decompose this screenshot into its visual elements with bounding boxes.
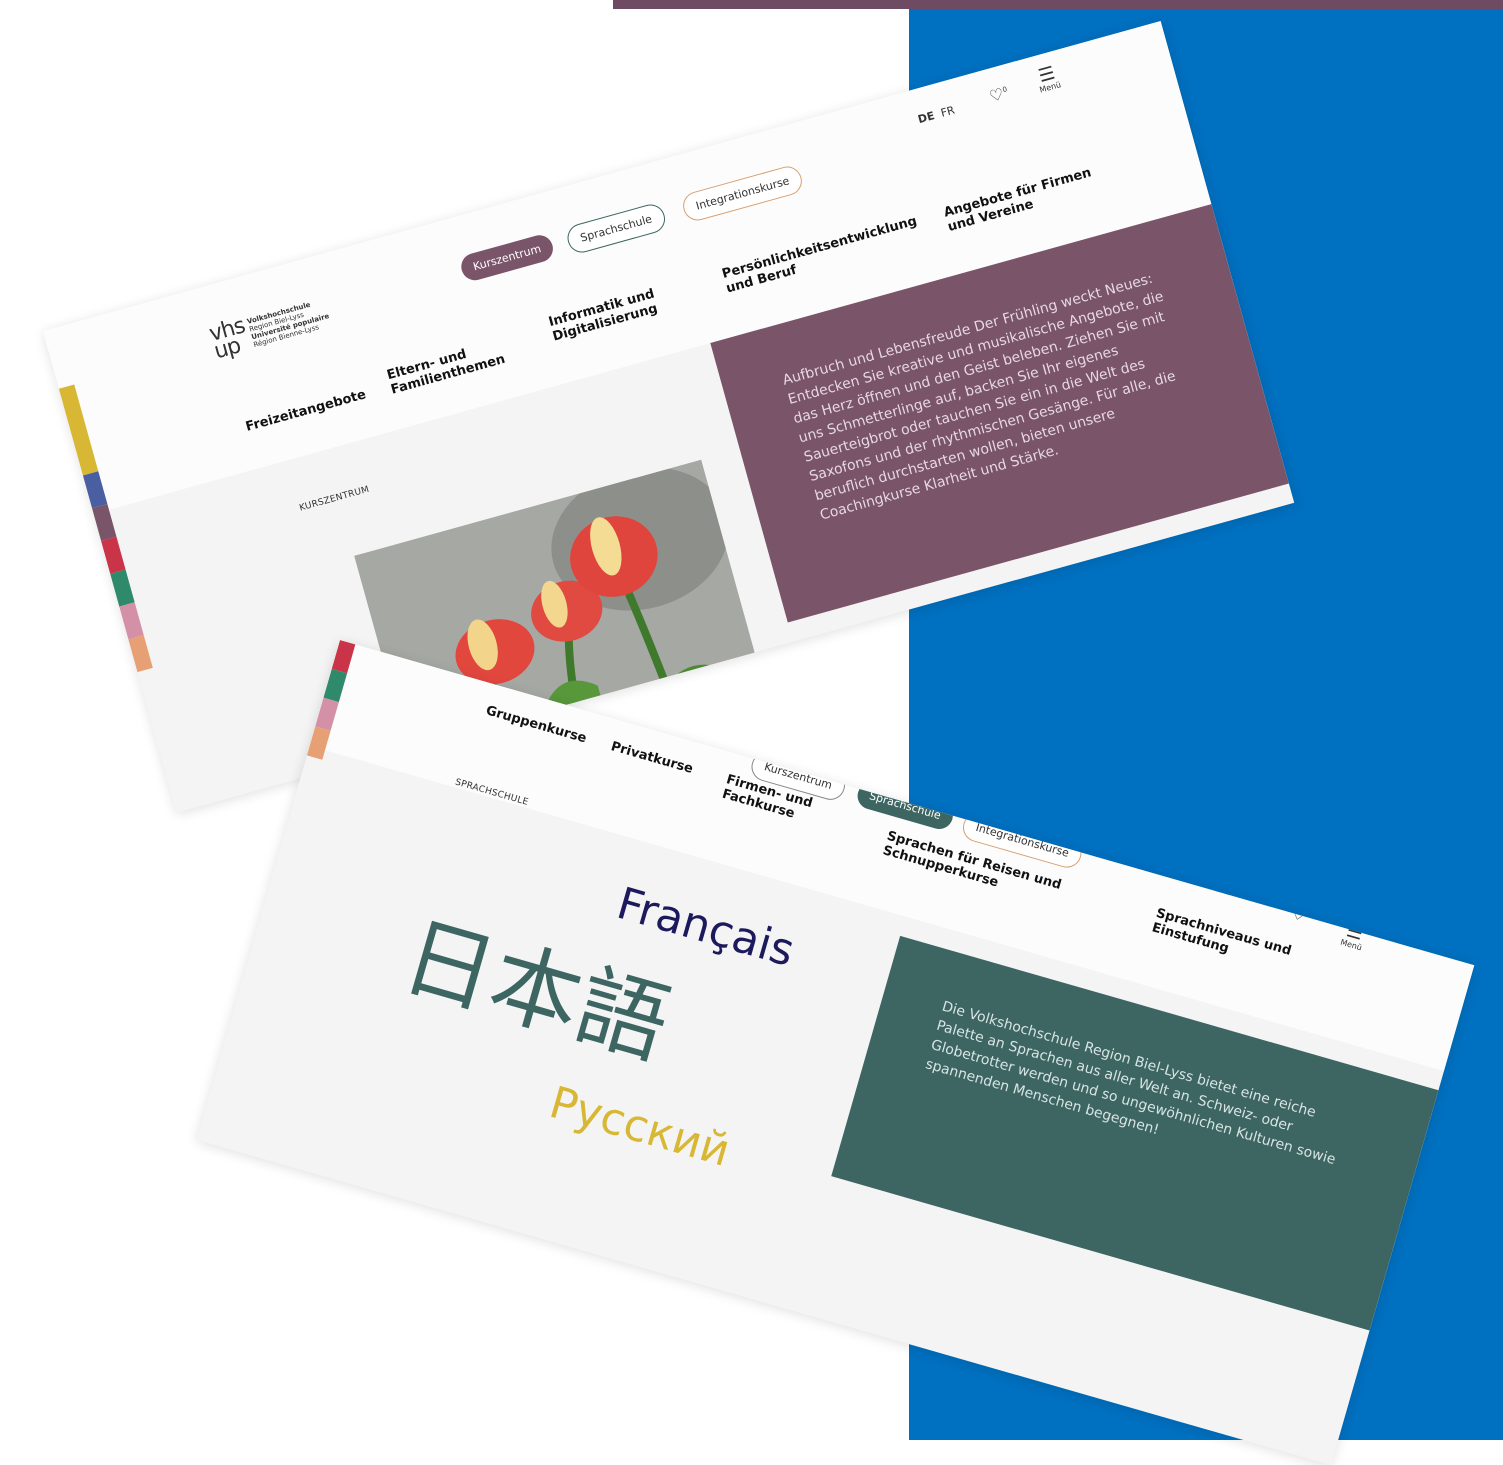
color-stripe-purple xyxy=(91,504,117,542)
color-stripe-green xyxy=(110,569,135,607)
breadcrumb: KURSZENTRUM xyxy=(298,484,371,514)
top-accent-strip xyxy=(613,0,1503,9)
color-stripe-red xyxy=(101,536,126,574)
color-stripe-pink xyxy=(119,602,144,640)
color-stripe-orange xyxy=(128,635,153,673)
language-russian: Русский xyxy=(543,1077,736,1177)
